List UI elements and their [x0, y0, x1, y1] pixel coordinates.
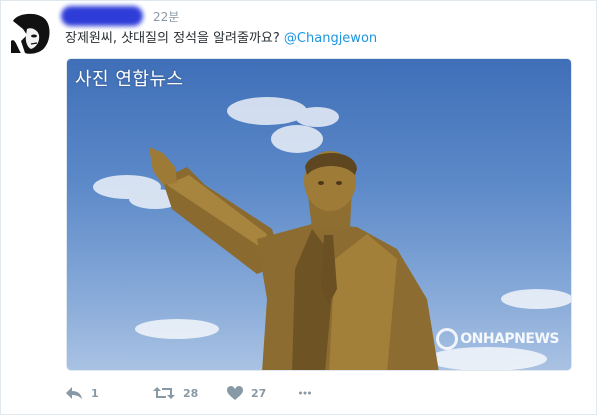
username-redacted[interactable]: [61, 6, 143, 26]
reply-button[interactable]: 1: [65, 386, 153, 400]
tweet-header: 22분: [61, 5, 179, 27]
yonhap-logo-icon: [436, 328, 459, 350]
reply-count: 1: [91, 386, 99, 400]
photo-caption: 사진 연합뉴스: [75, 69, 184, 90]
retweet-button[interactable]: 28: [153, 386, 227, 400]
like-count: 27: [251, 386, 267, 400]
tweet-photo[interactable]: 사진 연합뉴스 ONHAPNEWS: [66, 58, 572, 371]
more-button[interactable]: [299, 391, 319, 395]
mention-link[interactable]: @Changjewon: [284, 31, 377, 46]
tweet-card: 22분 장제원씨, 샷대질의 정석을 알려줄까요? @Changjewon 사진…: [0, 0, 597, 415]
retweet-icon: [153, 387, 175, 399]
avatar[interactable]: [7, 11, 53, 57]
retweet-count: 28: [183, 386, 199, 400]
watermark-text: ONHAPNEWS: [460, 331, 559, 347]
heart-icon: [227, 386, 243, 400]
tweet-text: 장제원씨, 샷대질의 정석을 알려줄까요? @Changjewon: [65, 27, 377, 46]
tweet-timestamp[interactable]: 22분: [153, 8, 179, 25]
photo-statue-image: [93, 97, 571, 370]
tweet-actions: 1 28 27: [65, 381, 319, 405]
reply-icon: [66, 387, 82, 399]
more-dots-icon: [299, 391, 311, 395]
like-button[interactable]: 27: [227, 386, 299, 400]
tweet-body: 장제원씨, 샷대질의 정석을 알려줄까요?: [65, 31, 284, 46]
photo-watermark: ONHAPNEWS: [436, 328, 559, 350]
